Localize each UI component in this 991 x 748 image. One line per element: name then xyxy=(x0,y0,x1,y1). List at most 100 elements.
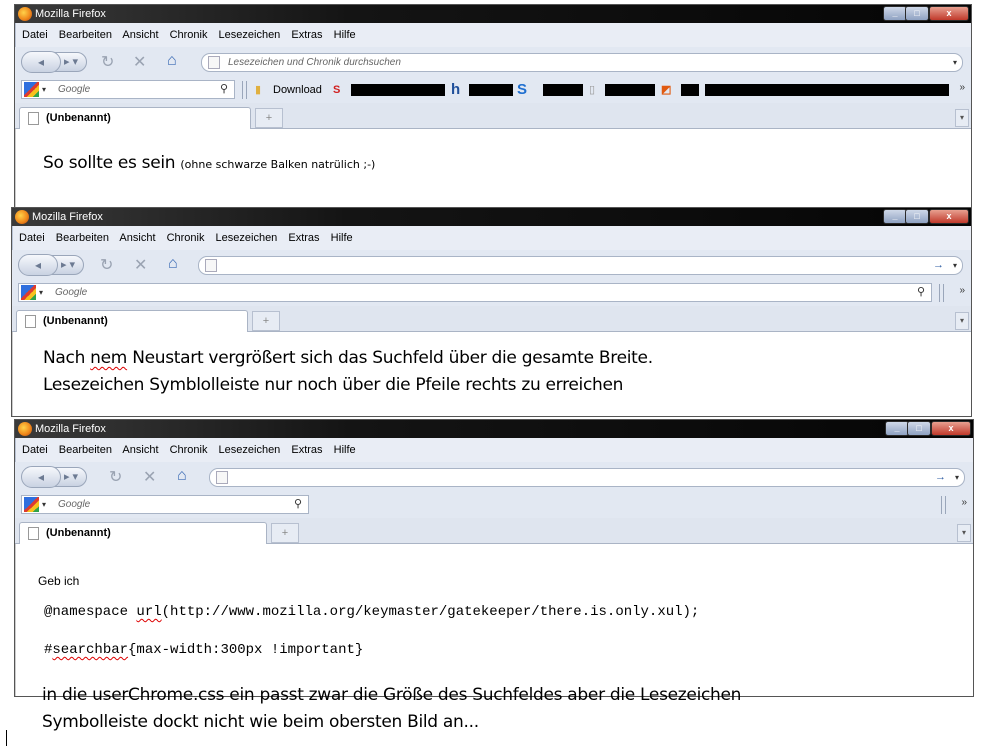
magnifier-icon[interactable]: ⚲ xyxy=(220,81,228,98)
search-box-expanded[interactable]: ▾ Google ⚲ xyxy=(18,283,932,302)
stop-icon[interactable]: ✕ xyxy=(133,52,146,72)
engine-dropdown-icon[interactable]: ▾ xyxy=(39,284,43,301)
navigation-bar: ▸ ▾ ◂ ↻ ✕ ⌂ → ▾ xyxy=(15,462,973,492)
new-tab-button[interactable]: + xyxy=(255,108,283,128)
stop-icon[interactable]: ✕ xyxy=(143,467,156,487)
text-cursor xyxy=(6,730,7,746)
reload-icon[interactable]: ↻ xyxy=(100,255,113,275)
minimize-button[interactable]: _ xyxy=(885,421,909,436)
title-bar: Mozilla Firefox _ □ x xyxy=(12,208,971,226)
reload-icon[interactable]: ↻ xyxy=(101,52,114,72)
new-tab-button[interactable]: + xyxy=(271,523,299,543)
search-box-limited[interactable]: ▾ Google ⚲ xyxy=(21,495,309,514)
menu-chronik[interactable]: Chronik xyxy=(167,232,205,244)
menu-ansicht[interactable]: Ansicht xyxy=(122,444,158,456)
tab-list-button[interactable]: ▾ xyxy=(955,312,969,330)
maximize-button[interactable]: □ xyxy=(905,6,929,21)
back-button[interactable]: ◂ xyxy=(21,466,61,488)
menu-hilfe[interactable]: Hilfe xyxy=(331,232,353,244)
menu-chronik[interactable]: Chronik xyxy=(170,29,208,41)
url-dropdown-icon[interactable]: ▾ xyxy=(953,257,957,274)
go-arrow-icon[interactable]: → xyxy=(935,469,946,486)
minimize-button[interactable]: _ xyxy=(883,6,907,21)
separator xyxy=(943,284,944,302)
engine-dropdown-icon[interactable]: ▾ xyxy=(42,496,46,513)
google-icon xyxy=(21,285,36,300)
back-button[interactable]: ◂ xyxy=(21,51,61,73)
close-button[interactable]: x xyxy=(929,209,969,224)
go-arrow-icon[interactable]: → xyxy=(933,257,944,274)
menu-bar: Datei Bearbeiten Ansicht Chronik Lesezei… xyxy=(15,438,973,462)
chevron-right-icon[interactable]: » xyxy=(961,497,967,508)
close-button[interactable]: x xyxy=(929,6,969,21)
menu-extras[interactable]: Extras xyxy=(291,29,322,41)
search-box[interactable]: ▾ Google ⚲ xyxy=(21,80,235,99)
url-bar[interactable]: → ▾ xyxy=(198,256,963,275)
menu-datei[interactable]: Datei xyxy=(22,444,48,456)
code-token-misspelled: searchbar xyxy=(52,642,129,658)
bookmark-download[interactable]: Download xyxy=(273,81,322,99)
page-icon xyxy=(205,259,217,272)
url-bar[interactable]: → ▾ xyxy=(209,468,965,487)
menu-extras[interactable]: Extras xyxy=(291,444,322,456)
firefox-logo-icon xyxy=(18,422,32,436)
url-placeholder: Lesezeichen und Chronik durchsuchen xyxy=(228,57,401,68)
menu-bearbeiten[interactable]: Bearbeiten xyxy=(59,444,112,456)
tab-list-button[interactable]: ▾ xyxy=(957,524,971,542)
url-dropdown-icon[interactable]: ▾ xyxy=(955,469,959,486)
url-bar[interactable]: Lesezeichen und Chronik durchsuchen ▾ xyxy=(201,53,963,72)
tab-unbenannt[interactable]: (Unbenannt) xyxy=(16,310,248,333)
tab-bar: (Unbenannt) + ▾ xyxy=(15,103,971,130)
maximize-button[interactable]: □ xyxy=(907,421,931,436)
home-icon[interactable]: ⌂ xyxy=(177,467,187,485)
caption-2-line-1: Nach nem Neustart vergrößert sich das Su… xyxy=(43,348,653,368)
bookmark-icon[interactable]: S xyxy=(517,81,527,99)
bookmark-icon[interactable]: h xyxy=(451,81,460,99)
redacted-bar xyxy=(605,84,655,96)
magnifier-icon[interactable]: ⚲ xyxy=(294,496,302,513)
menu-bar: Datei Bearbeiten Ansicht Chronik Lesezei… xyxy=(15,23,971,47)
chevron-right-icon[interactable]: » xyxy=(959,285,965,296)
redacted-bar xyxy=(705,84,949,96)
tab-unbenannt[interactable]: (Unbenannt) xyxy=(19,107,251,130)
tab-list-button[interactable]: ▾ xyxy=(955,109,969,127)
caption-3-line-2: Symbolleiste dockt nicht wie beim oberst… xyxy=(42,712,479,732)
menu-lesezeichen[interactable]: Lesezeichen xyxy=(216,232,278,244)
menu-chronik[interactable]: Chronik xyxy=(170,444,208,456)
menu-hilfe[interactable]: Hilfe xyxy=(334,29,356,41)
menu-datei[interactable]: Datei xyxy=(19,232,45,244)
reload-icon[interactable]: ↻ xyxy=(109,467,122,487)
close-button[interactable]: x xyxy=(931,421,971,436)
search-placeholder: Google xyxy=(58,84,91,95)
intro-text: Geb ich xyxy=(38,574,80,588)
tab-unbenannt[interactable]: (Unbenannt) xyxy=(19,522,267,545)
bookmark-icon[interactable]: ◩ xyxy=(661,81,671,99)
minimize-button[interactable]: _ xyxy=(883,209,907,224)
url-dropdown-icon[interactable]: ▾ xyxy=(953,54,957,71)
home-icon[interactable]: ⌂ xyxy=(168,255,178,273)
home-icon[interactable]: ⌂ xyxy=(167,52,177,70)
menu-hilfe[interactable]: Hilfe xyxy=(334,444,356,456)
menu-lesezeichen[interactable]: Lesezeichen xyxy=(219,29,281,41)
menu-extras[interactable]: Extras xyxy=(288,232,319,244)
tab-label: (Unbenannt) xyxy=(46,527,111,539)
menu-bearbeiten[interactable]: Bearbeiten xyxy=(59,29,112,41)
navigation-bar: ▸ ▾ ◂ ↻ ✕ ⌂ Lesezeichen und Chronik durc… xyxy=(15,47,971,77)
engine-dropdown-icon[interactable]: ▾ xyxy=(42,81,46,98)
menu-bearbeiten[interactable]: Bearbeiten xyxy=(56,232,109,244)
search-placeholder: Google xyxy=(58,499,91,510)
maximize-button[interactable]: □ xyxy=(905,209,929,224)
stop-icon[interactable]: ✕ xyxy=(134,255,147,275)
bookmark-icon[interactable]: S xyxy=(333,81,340,99)
redacted-bar xyxy=(681,84,699,96)
window-title: Mozilla Firefox xyxy=(35,8,106,20)
magnifier-icon[interactable]: ⚲ xyxy=(917,284,925,301)
menu-datei[interactable]: Datei xyxy=(22,29,48,41)
menu-ansicht[interactable]: Ansicht xyxy=(122,29,158,41)
back-button[interactable]: ◂ xyxy=(18,254,58,276)
page-icon xyxy=(208,56,220,69)
chevron-right-icon[interactable]: » xyxy=(959,82,965,93)
menu-lesezeichen[interactable]: Lesezeichen xyxy=(219,444,281,456)
new-tab-button[interactable]: + xyxy=(252,311,280,331)
menu-ansicht[interactable]: Ansicht xyxy=(119,232,155,244)
